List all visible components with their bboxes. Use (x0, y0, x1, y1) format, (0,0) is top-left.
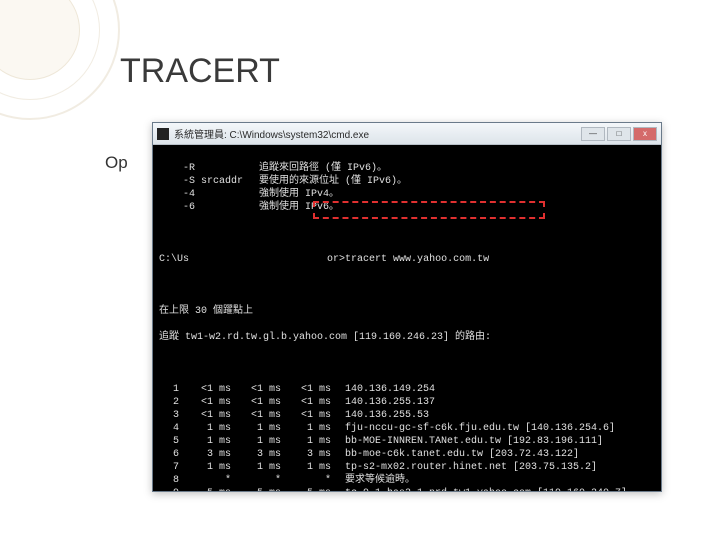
hop-host: 140.136.255.137 (339, 396, 435, 409)
hop-time: 3 ms (289, 448, 339, 461)
option-desc: 強制使用 IPv4。 (259, 188, 339, 201)
option-row: -6強制使用 IPv6。 (159, 201, 655, 214)
slide-title: TRACERT (120, 52, 280, 91)
cmd-window: 系統管理員: C:\Windows\system32\cmd.exe — □ x… (152, 122, 662, 492)
option-flag: -S srcaddr (159, 175, 259, 188)
hop-host: bb-MOE-INNREN.TANet.edu.tw [192.83.196.1… (339, 435, 603, 448)
hop-time: 1 ms (239, 422, 289, 435)
option-row: -S srcaddr要使用的來源位址 (僅 IPv6)。 (159, 175, 655, 188)
hop-host: tc-9-1.bas2-1-prd.tw1.yahoo.com [119.160… (339, 487, 627, 491)
hop-time: * (289, 474, 339, 487)
window-title: 系統管理員: C:\Windows\system32\cmd.exe (174, 126, 369, 141)
option-row: -4強制使用 IPv4。 (159, 188, 655, 201)
hop-time: 1 ms (289, 461, 339, 474)
hop-time: 1 ms (239, 461, 289, 474)
hop-host: fju-nccu-gc-sf-c6k.fju.edu.tw [140.136.2… (339, 422, 615, 435)
hop-row: 51 ms1 ms1 msbb-MOE-INNREN.TANet.edu.tw … (159, 435, 655, 448)
hop-row: 95 ms5 ms5 mstc-9-1.bas2-1-prd.tw1.yahoo… (159, 487, 655, 491)
hop-number: 5 (159, 435, 189, 448)
hop-row: 8***要求等候逾時。 (159, 474, 655, 487)
hop-host: tp-s2-mx02.router.hinet.net [203.75.135.… (339, 461, 597, 474)
hop-time: 1 ms (189, 422, 239, 435)
hop-time: 5 ms (289, 487, 339, 491)
maximize-button[interactable]: □ (607, 127, 631, 141)
hop-number: 4 (159, 422, 189, 435)
option-flag: -R (159, 162, 259, 175)
window-controls: — □ x (581, 127, 657, 141)
hop-time: * (239, 474, 289, 487)
hop-time: <1 ms (289, 409, 339, 422)
option-flag: -4 (159, 188, 259, 201)
hop-row: 63 ms3 ms3 msbb-moe-c6k.tanet.edu.tw [20… (159, 448, 655, 461)
hop-time: 1 ms (239, 435, 289, 448)
hop-time: <1 ms (239, 396, 289, 409)
hop-time: <1 ms (189, 383, 239, 396)
hop-row: 3<1 ms<1 ms<1 ms140.136.255.53 (159, 409, 655, 422)
slide-background: Op TRACERT 系統管理員: C:\Windows\system32\cm… (0, 0, 720, 540)
hop-number: 6 (159, 448, 189, 461)
hop-number: 7 (159, 461, 189, 474)
option-flag: -6 (159, 201, 259, 214)
hop-number: 2 (159, 396, 189, 409)
hop-time: 3 ms (189, 448, 239, 461)
hop-time: * (189, 474, 239, 487)
hop-number: 1 (159, 383, 189, 396)
hop-row: 1<1 ms<1 ms<1 ms140.136.149.254 (159, 383, 655, 396)
hop-time: <1 ms (239, 383, 289, 396)
prompt-left: C:\Us (159, 254, 189, 265)
hop-host: 140.136.149.254 (339, 383, 435, 396)
hop-host: 要求等候逾時。 (339, 474, 415, 487)
hop-time: 1 ms (189, 435, 239, 448)
tracert-command: or>tracert www.yahoo.com.tw (327, 254, 489, 265)
hop-time: <1 ms (289, 396, 339, 409)
trace-header: 在上限 30 個躍點上 (159, 305, 655, 318)
hop-time: 1 ms (189, 461, 239, 474)
slide-body-text: Op (105, 153, 128, 173)
terminal-output[interactable]: -R追蹤來回路徑 (僅 IPv6)。 -S srcaddr要使用的來源位址 (僅… (153, 145, 661, 491)
hop-time: 3 ms (239, 448, 289, 461)
option-row: -R追蹤來回路徑 (僅 IPv6)。 (159, 162, 655, 175)
hop-host: bb-moe-c6k.tanet.edu.tw [203.72.43.122] (339, 448, 579, 461)
hop-time: <1 ms (289, 383, 339, 396)
option-desc: 要使用的來源位址 (僅 IPv6)。 (259, 175, 407, 188)
hop-time: <1 ms (239, 409, 289, 422)
trace-target: 追蹤 tw1-w2.rd.tw.gl.b.yahoo.com [119.160.… (159, 331, 655, 344)
hop-time: <1 ms (189, 396, 239, 409)
hop-number: 8 (159, 474, 189, 487)
option-desc: 強制使用 IPv6。 (259, 201, 339, 214)
window-titlebar[interactable]: 系統管理員: C:\Windows\system32\cmd.exe — □ x (153, 123, 661, 145)
hop-host: 140.136.255.53 (339, 409, 429, 422)
option-desc: 追蹤來回路徑 (僅 IPv6)。 (259, 162, 387, 175)
hop-time: 1 ms (289, 435, 339, 448)
hop-number: 9 (159, 487, 189, 491)
minimize-button[interactable]: — (581, 127, 605, 141)
hop-number: 3 (159, 409, 189, 422)
hop-time: 5 ms (239, 487, 289, 491)
hop-time: <1 ms (189, 409, 239, 422)
hop-row: 2<1 ms<1 ms<1 ms140.136.255.137 (159, 396, 655, 409)
hop-row: 41 ms1 ms1 msfju-nccu-gc-sf-c6k.fju.edu.… (159, 422, 655, 435)
cmd-icon (157, 128, 169, 140)
hop-time: 5 ms (189, 487, 239, 491)
close-button[interactable]: x (633, 127, 657, 141)
hop-row: 71 ms1 ms1 mstp-s2-mx02.router.hinet.net… (159, 461, 655, 474)
hop-time: 1 ms (289, 422, 339, 435)
